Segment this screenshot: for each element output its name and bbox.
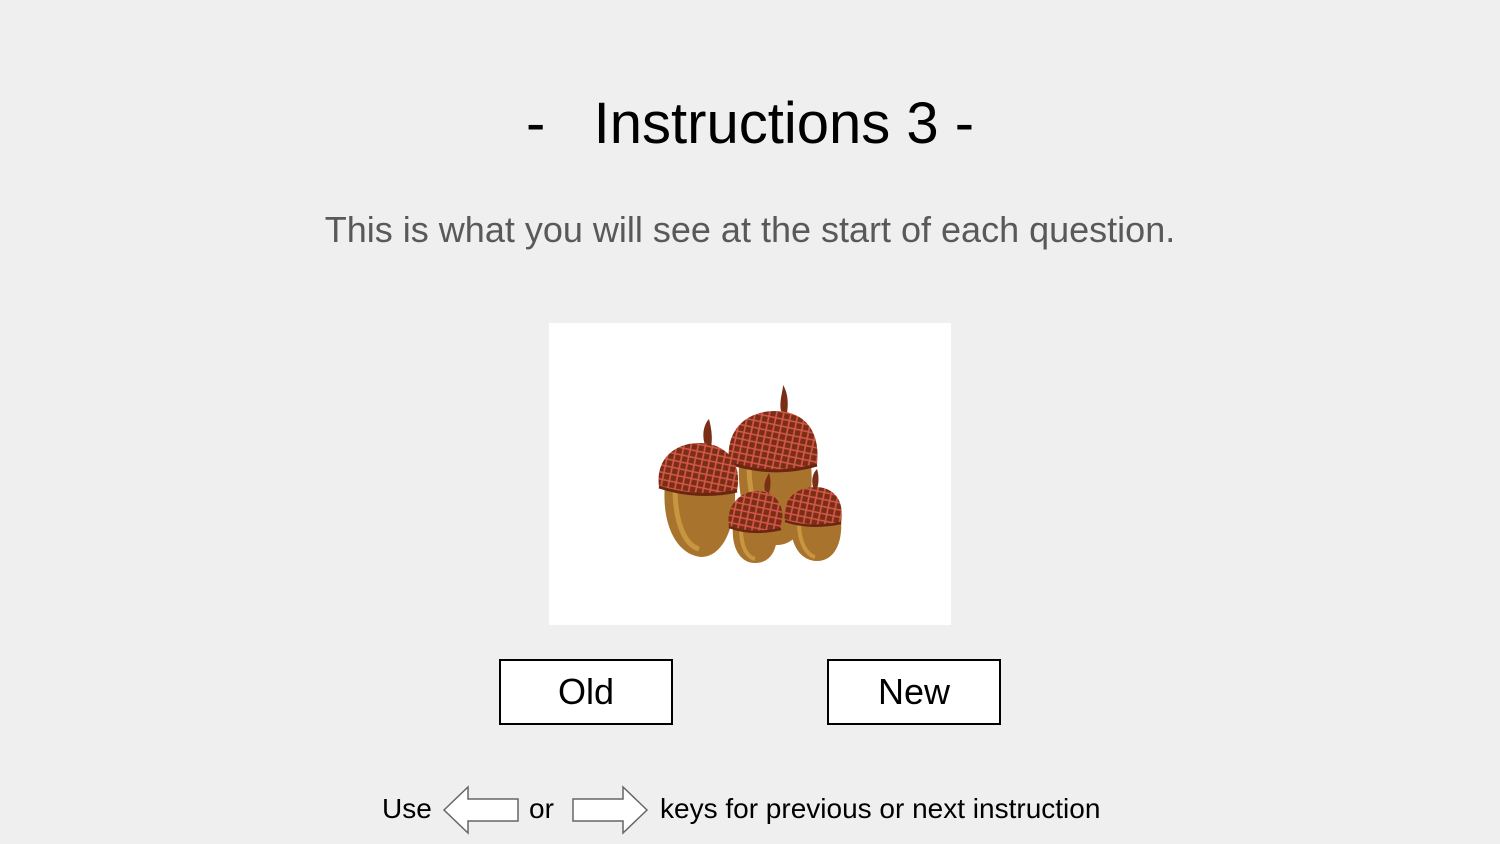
right-arrow-key-icon [572, 785, 649, 835]
instruction-text: This is what you will see at the start o… [324, 209, 1176, 250]
hint-or-text: or [529, 793, 554, 824]
hint-keys-text: keys for previous or next instruction [660, 793, 1101, 824]
old-button[interactable]: Old [499, 659, 673, 725]
left-arrow-key-icon [442, 785, 519, 835]
page-title: - Instructions 3 - [525, 91, 975, 156]
stimulus-image-frame [549, 323, 951, 625]
hint-use-text: Use [382, 793, 432, 824]
new-button[interactable]: New [827, 659, 1001, 725]
acorns-icon [658, 385, 842, 563]
navigation-hint: Use or keys for previous or next instruc… [0, 782, 1500, 838]
